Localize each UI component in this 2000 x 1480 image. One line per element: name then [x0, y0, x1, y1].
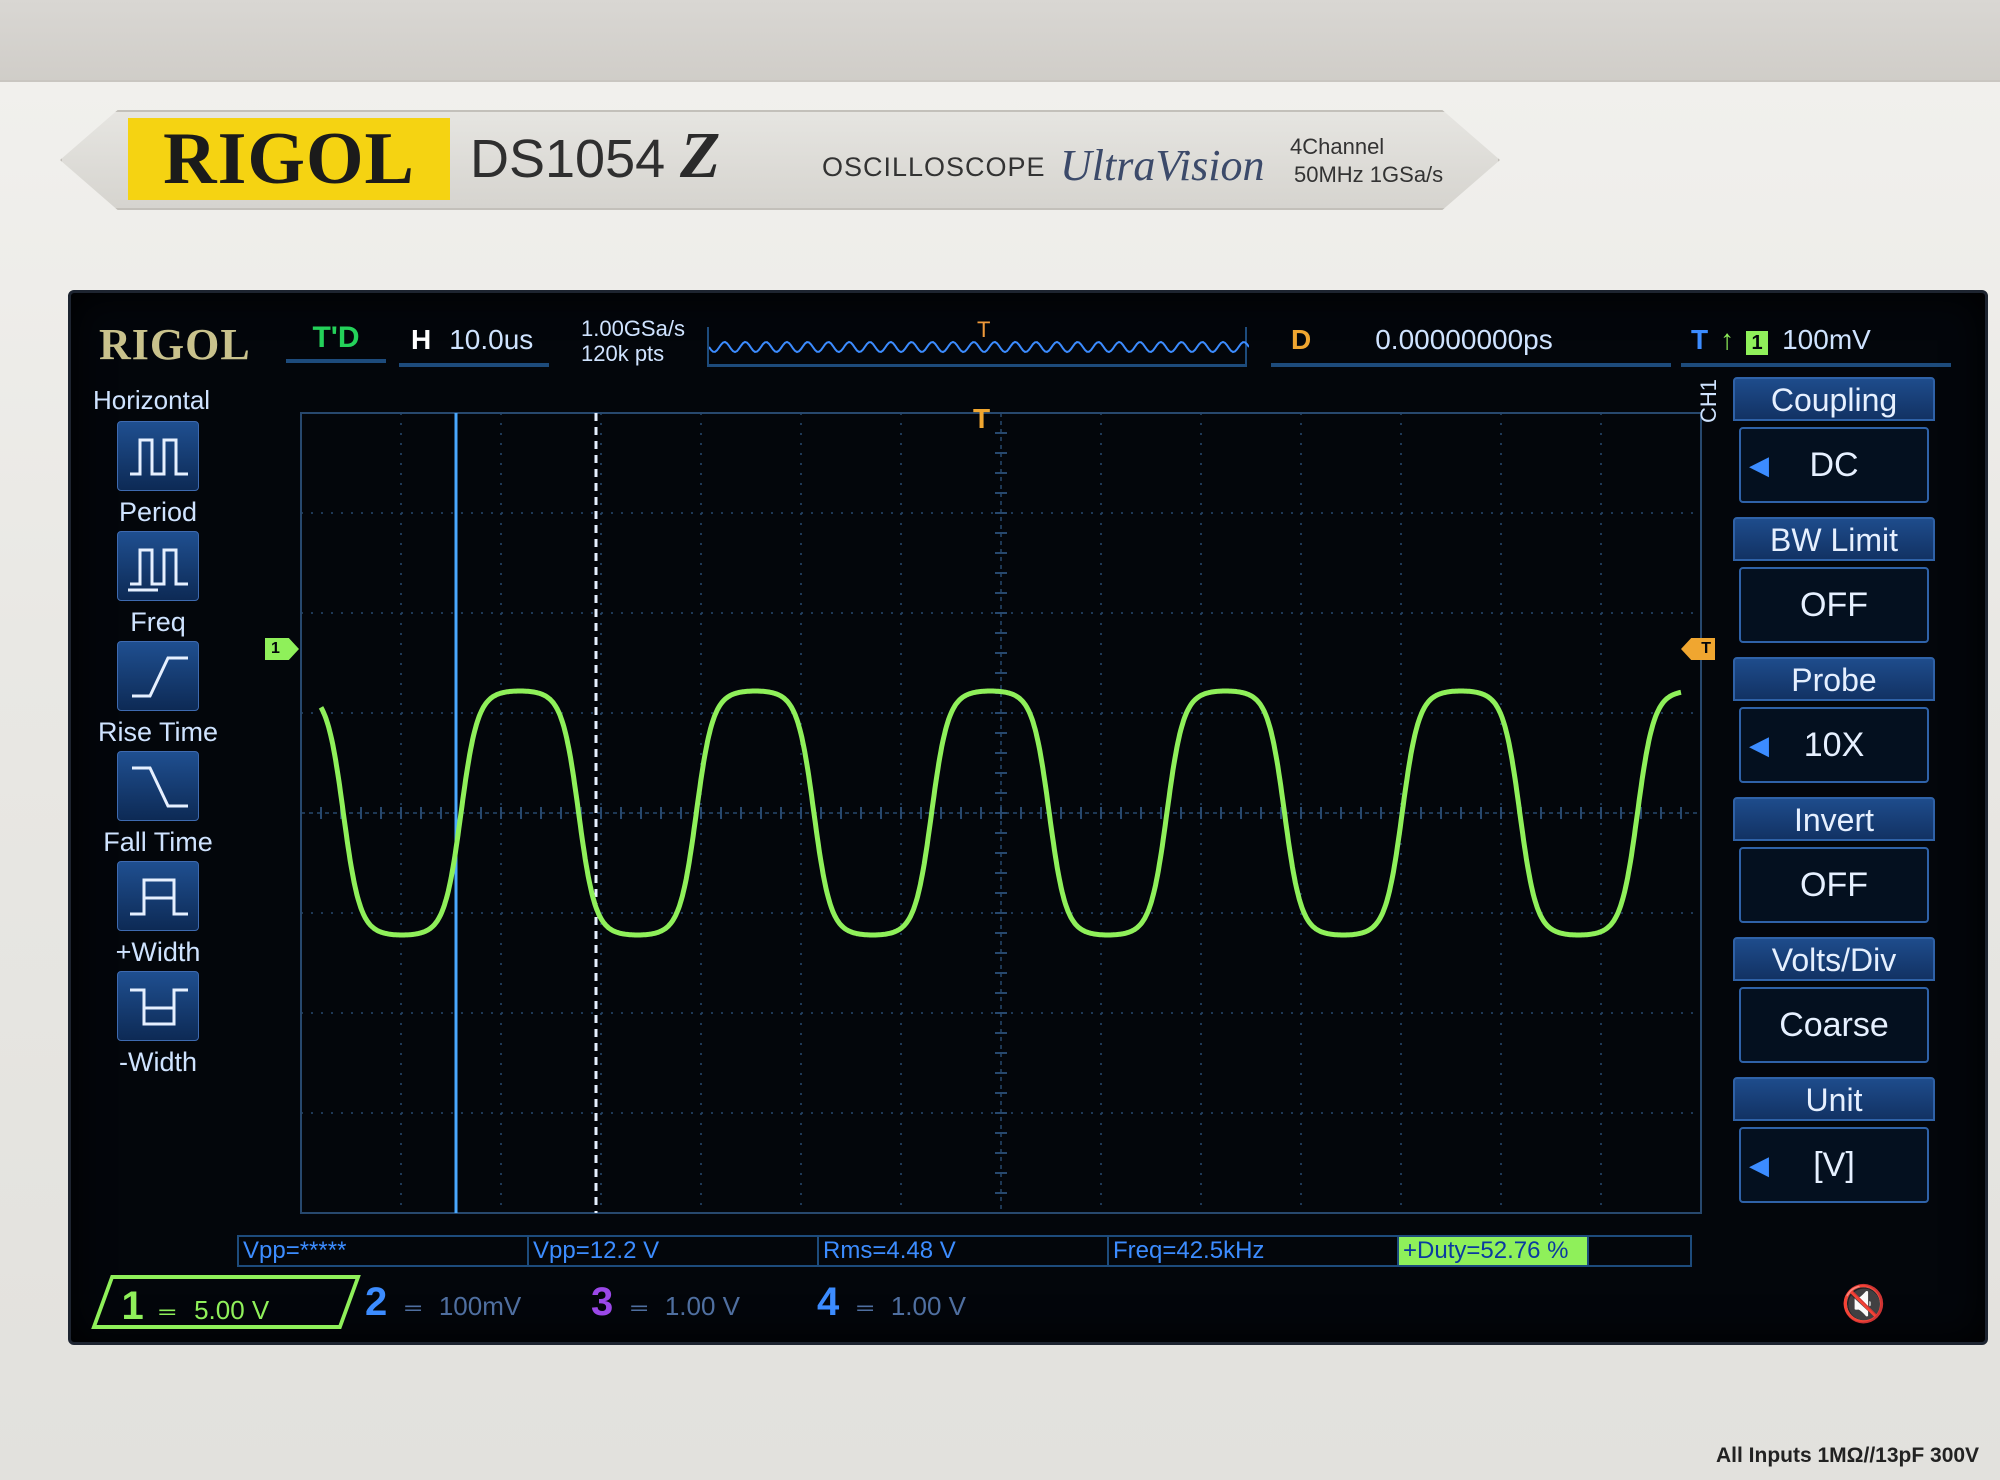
horizontal-label: H	[411, 324, 432, 355]
menu-button-value: Coarse	[1739, 987, 1929, 1063]
waveform-graticule[interactable]	[291, 393, 1741, 1233]
rising-edge-icon: ↑	[1720, 324, 1735, 355]
measure-item-rise-time[interactable]: Rise Time	[83, 641, 233, 747]
sound-muted-icon[interactable]: 🔇	[1841, 1283, 1886, 1325]
channel-menu-unit[interactable]: Unit ◀ [V]	[1733, 1077, 1935, 1203]
measure-item-freq[interactable]: Freq	[83, 531, 233, 637]
measure-item-label: Period	[118, 497, 198, 527]
channel-menu-coupling[interactable]: Coupling ◀ DC	[1733, 377, 1935, 503]
negative-width-icon	[117, 971, 199, 1041]
channel-menu-bw-limit[interactable]: BW Limit OFF	[1733, 517, 1935, 643]
screen-logo: RIGOL	[99, 320, 251, 369]
measure-item-width[interactable]: +Width	[83, 861, 233, 967]
fall-time-icon	[117, 751, 199, 821]
channel-4-status[interactable]: 4 ═ 1.00 V	[817, 1275, 1047, 1329]
lcd-screen: RIGOL T'D H 10.0us 1.00GSa/s 120k pts T D…	[68, 290, 1988, 1345]
channel-scale: 5.00 V	[193, 1295, 270, 1325]
dc-coupling-icon: ═	[631, 1295, 647, 1320]
overview-trigger-marker: T	[977, 317, 991, 342]
menu-button-value: ◀ 10X	[1739, 707, 1929, 783]
channel-menu-invert[interactable]: Invert OFF	[1733, 797, 1935, 923]
series-logo: UltraVision	[1060, 141, 1265, 190]
trigger-status[interactable]: T ↑ 1 100mV	[1681, 313, 1951, 367]
run-state-indicator[interactable]: T'D	[286, 313, 386, 363]
channel-scale: 1.00 V	[664, 1291, 741, 1321]
menu-button-value: OFF	[1739, 567, 1929, 643]
device-type: OSCILLOSCOPE	[822, 152, 1046, 182]
menu-button-value: ◀ [V]	[1739, 1127, 1929, 1203]
channel-scale: 100mV	[438, 1291, 522, 1321]
trigger-delay[interactable]: D 0.00000000ps	[1271, 313, 1671, 367]
channel-menu-probe[interactable]: Probe ◀ 10X	[1733, 657, 1935, 783]
sample-rate: 1.00GSa/s	[581, 316, 685, 341]
menu-value-text: [V]	[1813, 1146, 1855, 1184]
menu-value-text: OFF	[1800, 866, 1868, 904]
channels-spec: 4Channel	[1290, 134, 1385, 159]
overview-waveform	[708, 340, 1250, 354]
trigger-level: 100mV	[1782, 324, 1871, 355]
channel-3-status[interactable]: 3 ═ 1.00 V	[591, 1275, 801, 1329]
menu-value-text: Coarse	[1779, 1006, 1889, 1044]
measurement-freq: Freq=42.5kHz	[1109, 1237, 1399, 1265]
delay-value: 0.00000000ps	[1375, 324, 1553, 355]
model-name: DS1054	[470, 129, 666, 189]
channel-number: 4	[817, 1280, 840, 1324]
channel-number: 2	[365, 1280, 388, 1324]
menu-button-title: Unit	[1733, 1077, 1935, 1121]
inputs-spec: All Inputs 1MΩ//13pF 300V	[1716, 1444, 1980, 1467]
menu-value-text: OFF	[1800, 586, 1868, 624]
measure-item-label: Fall Time	[103, 827, 213, 857]
menu-button-value: ◀ DC	[1739, 427, 1929, 503]
channel-menu-tag: CH1	[1696, 378, 1721, 423]
menu-button-title: Volts/Div	[1733, 937, 1935, 981]
measure-item-fall-time[interactable]: Fall Time	[83, 751, 233, 857]
menu-value-text: DC	[1809, 446, 1859, 484]
menu-button-title: BW Limit	[1733, 517, 1935, 561]
bandwidth-spec: 50MHz 1GSa/s	[1294, 162, 1444, 187]
dc-coupling-icon: ═	[159, 1299, 176, 1324]
trigger-position-marker[interactable]: T	[973, 403, 990, 435]
measurement-vpp-ch: Vpp=*****	[239, 1237, 529, 1265]
trigger-source: 1	[1746, 331, 1769, 355]
measurement-duty: +Duty=52.76 %	[1399, 1237, 1589, 1265]
menu-button-title: Invert	[1733, 797, 1935, 841]
trigger-label: T	[1691, 324, 1709, 355]
channel-2-status[interactable]: 2 ═ 100mV	[365, 1275, 575, 1329]
measurement-vpp: Vpp=12.2 V	[529, 1237, 819, 1265]
measure-item-period[interactable]: Period	[83, 421, 233, 527]
memory-depth: 120k pts	[581, 341, 665, 366]
delay-label: D	[1291, 324, 1312, 355]
measure-item-label: +Width	[115, 937, 201, 967]
channel-status-bar: 1 ═ 5.00 V 2 ═ 100mV 3 ═ 1.00 V 4 ═ 1.00 V	[91, 1271, 1941, 1333]
freq-icon	[117, 531, 199, 601]
channel-scale: 1.00 V	[890, 1291, 967, 1321]
horizontal-timebase[interactable]: H 10.0us	[399, 313, 549, 367]
dc-coupling-icon: ═	[405, 1295, 421, 1320]
menu-button-title: Coupling	[1733, 377, 1935, 421]
rise-time-icon	[117, 641, 199, 711]
brand-logo: RIGOL	[128, 118, 450, 200]
menu-button-value: OFF	[1739, 847, 1929, 923]
measure-item-label: -Width	[118, 1047, 197, 1077]
channel-1-status[interactable]: 1 ═ 5.00 V	[91, 1275, 361, 1329]
measure-item-width[interactable]: -Width	[83, 971, 233, 1077]
positive-width-icon	[117, 861, 199, 931]
timebase-value: 10.0us	[449, 324, 534, 355]
arrow-left-icon: ◀	[1749, 1150, 1769, 1180]
menu-button-title: Probe	[1733, 657, 1935, 701]
measure-item-label: Rise Time	[97, 717, 219, 747]
measure-menu-title: Horizontal	[93, 385, 211, 415]
arrow-left-icon: ◀	[1749, 730, 1769, 760]
channel-number: 1	[121, 1284, 144, 1328]
channel-number: 3	[591, 1280, 614, 1324]
measure-item-label: Freq	[130, 607, 186, 637]
menu-value-text: 10X	[1803, 726, 1865, 764]
model-suffix: Z	[680, 119, 721, 192]
measurement-results: Vpp=***** Vpp=12.2 V Rms=4.48 V Freq=42.…	[237, 1235, 1692, 1267]
arrow-left-icon: ◀	[1749, 450, 1769, 480]
measurement-rms: Rms=4.48 V	[819, 1237, 1109, 1265]
period-icon	[117, 421, 199, 491]
dc-coupling-icon: ═	[857, 1295, 873, 1320]
channel-menu-volts-div[interactable]: Volts/Div Coarse	[1733, 937, 1935, 1063]
